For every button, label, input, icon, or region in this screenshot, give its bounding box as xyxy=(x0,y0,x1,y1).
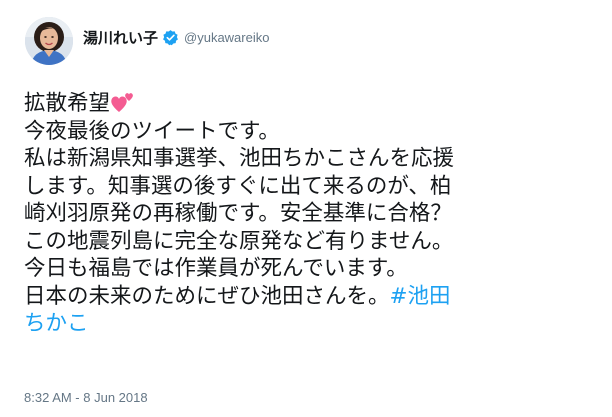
tweet-line-1: 拡散希望 xyxy=(24,90,594,118)
tweet-line-3: 私は新潟県知事選挙、池田ちかこさんを応援 xyxy=(24,146,455,171)
profile-photo-icon xyxy=(25,17,73,65)
verified-badge-icon xyxy=(162,29,179,46)
avatar[interactable] xyxy=(25,17,73,65)
tweet-line-1-text: 拡散希望 xyxy=(24,91,111,116)
tweet-card: 湯川れい子 @yukawareiko 拡散希望 今夜最後のツイートです。 私は新… xyxy=(0,0,612,417)
tweet-line-8: 日本の未来のためにぜひ池田さんを。#池田 xyxy=(24,283,594,311)
tweet-line-7: 今日も福島では作業員が死んでいます。 xyxy=(24,256,408,281)
tweet-line-5: 崎刈羽原発の再稼働です。安全基準に合格？ xyxy=(24,201,452,226)
hashtag-link-continued[interactable]: ちかこ xyxy=(24,311,89,336)
hashtag-link[interactable]: #池田 xyxy=(390,284,451,309)
tweet-line-2: 今夜最後のツイートです。 xyxy=(24,118,280,144)
tweet-line-4: します。知事選の後すぐに出て来るのが、柏 xyxy=(24,173,452,199)
display-name[interactable]: 湯川れい子 xyxy=(83,27,158,48)
two-hearts-icon xyxy=(110,90,136,114)
author-row: 湯川れい子 @yukawareiko xyxy=(83,26,269,48)
tweet-line-6: この地震列島に完全な原発など有りません。 xyxy=(24,228,454,254)
tweet-line-9: ちかこ xyxy=(24,310,594,338)
handle[interactable]: @yukawareiko xyxy=(184,30,269,45)
tweet-timestamp[interactable]: 8:32 AM - 8 Jun 2018 xyxy=(24,390,148,405)
tweet-text: 拡散希望 今夜最後のツイートです。 私は新潟県知事選挙、池田ちかこさんを応援 し… xyxy=(24,90,594,338)
tweet-line-8-text: 日本の未来のためにぜひ池田さんを。 xyxy=(24,283,390,309)
